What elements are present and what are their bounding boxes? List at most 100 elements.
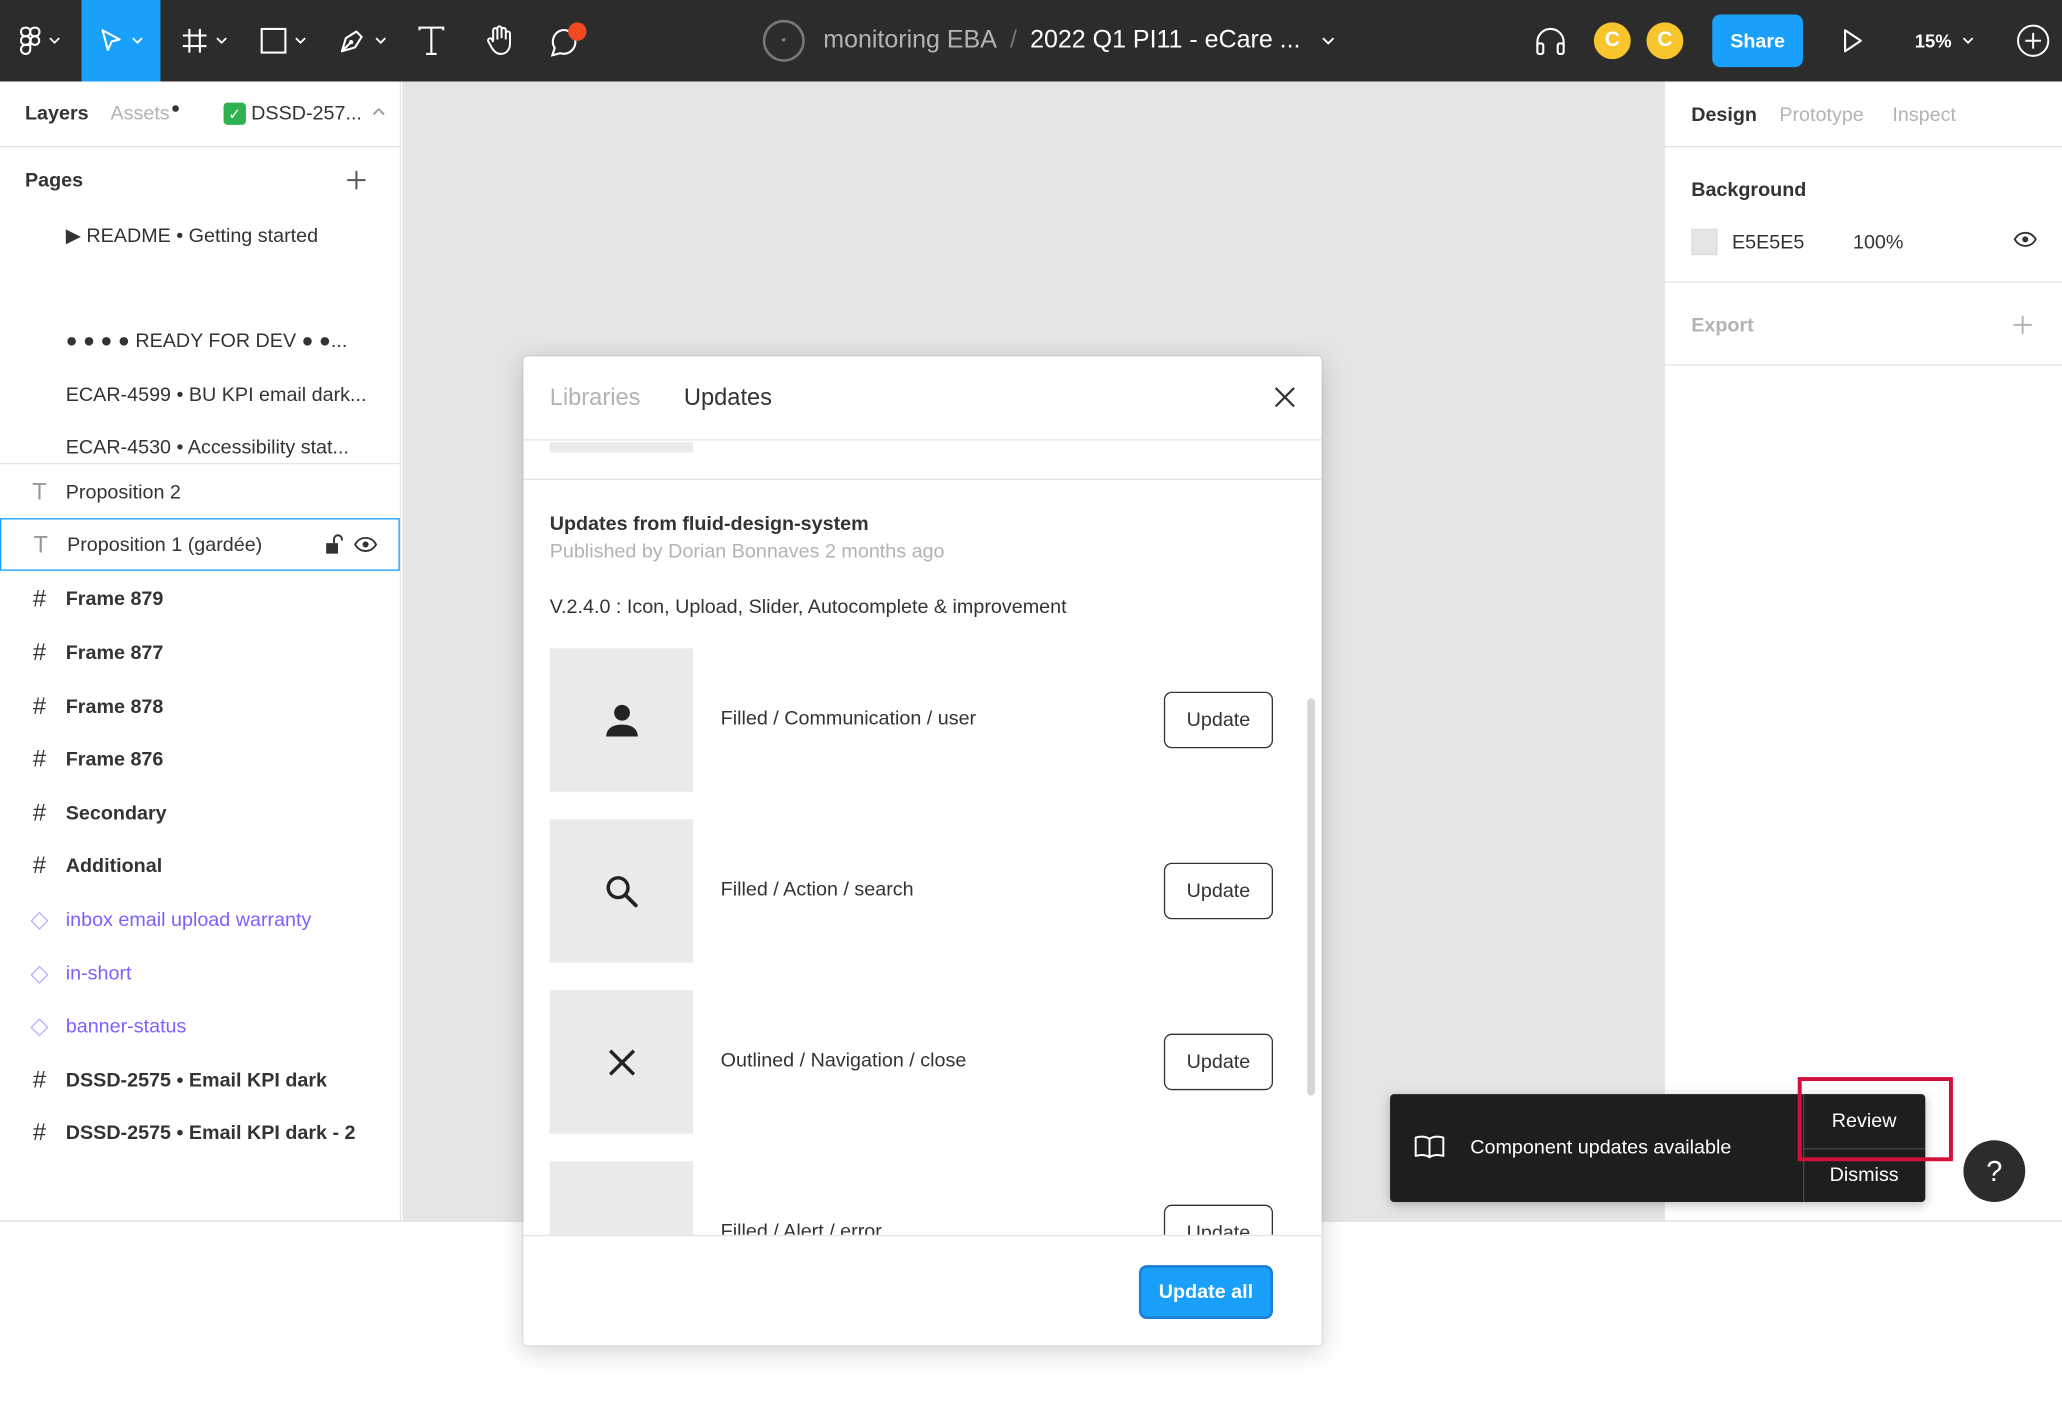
file-title-bar[interactable]: ● monitoring EBA / 2022 Q1 PI11 - eCare … xyxy=(762,0,1335,82)
layer-row[interactable]: T Proposition 2 xyxy=(0,466,400,519)
layer-row[interactable]: # DSSD-2575 • Email KPI dark - 2 xyxy=(0,1106,400,1159)
update-all-button[interactable]: Update all xyxy=(1138,1265,1274,1320)
main-menu-button[interactable] xyxy=(0,0,79,82)
tab-libraries[interactable]: Libraries xyxy=(550,384,641,412)
component-update-row: Filled / Communication / user Update xyxy=(549,648,1274,793)
component-thumbnail xyxy=(549,648,694,792)
version-note: V.2.4.0 : Icon, Upload, Slider, Autocomp… xyxy=(549,595,1067,619)
divider xyxy=(0,462,402,465)
eye-icon[interactable] xyxy=(2013,231,2037,247)
chevron-down-icon xyxy=(1322,37,1335,45)
chevron-down-icon xyxy=(131,37,143,45)
project-name[interactable]: monitoring EBA xyxy=(823,26,997,55)
frame-tool-button[interactable] xyxy=(171,0,237,82)
divider xyxy=(1664,364,2062,366)
unlock-icon[interactable] xyxy=(325,534,343,555)
file-name[interactable]: 2022 Q1 PI11 - eCare ... xyxy=(1030,26,1300,55)
text-tool-button[interactable] xyxy=(408,0,455,82)
update-button[interactable]: Update xyxy=(1163,862,1274,920)
tab-prototype[interactable]: Prototype xyxy=(1779,104,1863,126)
background-hex[interactable]: E5E5E5 xyxy=(1732,231,1804,253)
layer-row[interactable]: # Frame 879 xyxy=(0,572,400,625)
plus-circle-icon xyxy=(2017,24,2050,57)
avatar[interactable]: C xyxy=(1591,19,1634,62)
layer-row-selected[interactable]: T Proposition 1 (gardée) xyxy=(0,518,400,571)
modal-header: Libraries Updates xyxy=(523,356,1322,441)
page-item[interactable]: ● ● ● ● READY FOR DEV ● ●... xyxy=(66,330,348,352)
scrollbar[interactable] xyxy=(1307,698,1316,1096)
tab-layers[interactable]: Layers xyxy=(25,103,89,125)
tab-design[interactable]: Design xyxy=(1691,104,1757,126)
move-tool-button[interactable] xyxy=(81,0,161,82)
layer-row[interactable]: ◇ inbox email upload warranty xyxy=(0,893,400,946)
tab-updates[interactable]: Updates xyxy=(684,384,772,412)
tab-assets[interactable]: Assets xyxy=(110,103,169,125)
modal-footer: Update all xyxy=(523,1234,1322,1346)
present-button[interactable] xyxy=(1831,0,1876,82)
close-icon[interactable] xyxy=(1273,385,1297,409)
published-info: Published by Dorian Bonnaves 2 months ag… xyxy=(549,540,945,563)
page-item[interactable]: ECAR-4599 • BU KPI email dark... xyxy=(66,384,367,406)
right-panel-tabs: Design Prototype Inspect xyxy=(1664,82,2062,148)
frame-layer-icon: # xyxy=(32,584,47,611)
layer-row[interactable]: ◇ in-short xyxy=(0,947,400,1000)
update-button[interactable]: Update xyxy=(1163,1033,1274,1091)
background-swatch[interactable] xyxy=(1691,228,1718,256)
hand-tool-button[interactable] xyxy=(473,0,526,82)
comment-tool-button[interactable] xyxy=(539,0,597,82)
component-thumbnail xyxy=(549,1161,694,1235)
layer-label: DSSD-2575 • Email KPI dark xyxy=(65,1068,328,1091)
update-button[interactable]: Update xyxy=(1163,691,1274,749)
add-export-button[interactable] xyxy=(2013,308,2032,342)
background-opacity[interactable]: 100% xyxy=(1853,231,1903,253)
avatar[interactable]: C xyxy=(1643,19,1686,62)
chevron-up-icon[interactable] xyxy=(372,107,385,116)
divider xyxy=(1664,281,2062,283)
share-button[interactable]: Share xyxy=(1712,14,1804,68)
team-logo: ● xyxy=(762,19,805,62)
layer-label: Frame 879 xyxy=(65,587,164,610)
layer-label: Proposition 2 xyxy=(65,480,181,504)
text-layer-icon: T xyxy=(32,478,47,505)
layer-row[interactable]: # Frame 878 xyxy=(0,680,400,733)
layer-row[interactable]: ◇ banner-status xyxy=(0,999,400,1052)
component-update-row: Outlined / Navigation / close Update xyxy=(549,990,1274,1135)
frame-layer-icon: # xyxy=(32,745,47,772)
tab-inspect[interactable]: Inspect xyxy=(1892,104,1956,126)
close-icon xyxy=(608,1048,635,1075)
background-title: Background xyxy=(1691,178,1807,202)
component-thumbnail xyxy=(549,819,694,963)
eye-icon[interactable] xyxy=(354,536,378,553)
layer-row[interactable]: # Frame 876 xyxy=(0,733,400,786)
export-title[interactable]: Export xyxy=(1691,314,1753,336)
help-button[interactable]: ? xyxy=(1963,1140,2026,1203)
layer-label: banner-status xyxy=(65,1014,187,1037)
branch-selector[interactable]: ✓ DSSD-257... xyxy=(223,102,362,125)
library-source-title: Updates from fluid-design-system xyxy=(549,512,869,536)
pages-title: Pages xyxy=(24,169,84,193)
layer-label: inbox email upload warranty xyxy=(65,908,312,931)
modal-body[interactable]: Updates from fluid-design-system Publish… xyxy=(523,441,1322,1235)
chevron-down-icon xyxy=(374,37,386,45)
layer-row[interactable]: # DSSD-2575 • Email KPI dark xyxy=(0,1053,400,1106)
page-item[interactable]: ▶ README • Getting started xyxy=(66,224,318,247)
hand-icon xyxy=(487,25,511,55)
comment-icon xyxy=(550,22,587,57)
frame-layer-icon: # xyxy=(32,851,47,878)
layer-row[interactable]: # Frame 877 xyxy=(0,626,400,679)
layer-row[interactable]: # Secondary xyxy=(0,786,400,839)
rectangle-icon xyxy=(259,27,286,54)
audio-button[interactable] xyxy=(1526,0,1576,82)
update-button[interactable]: Update xyxy=(1163,1204,1274,1235)
add-plugin-button[interactable] xyxy=(2009,0,2056,82)
layer-row[interactable]: # Additional xyxy=(0,839,400,892)
add-page-button[interactable] xyxy=(346,164,367,198)
zoom-menu[interactable]: 15% xyxy=(1915,0,1974,82)
plus-icon xyxy=(2013,315,2032,335)
shape-tool-button[interactable] xyxy=(250,0,316,82)
page-item[interactable]: ECAR-4530 • Accessibility stat... xyxy=(66,437,349,459)
pen-tool-button[interactable] xyxy=(329,0,395,82)
toolbar: ● monitoring EBA / 2022 Q1 PI11 - eCare … xyxy=(0,0,2062,82)
pen-icon xyxy=(340,30,363,53)
frame-icon xyxy=(182,28,206,53)
